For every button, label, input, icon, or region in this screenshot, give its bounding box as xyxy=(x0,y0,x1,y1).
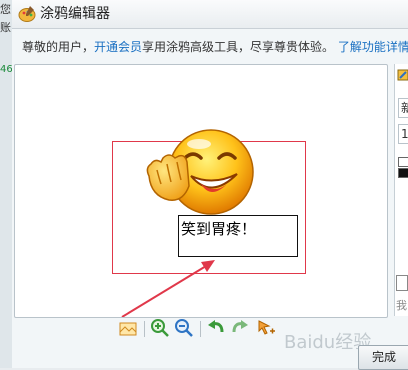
notice-middle: 享用涂鸦高级工具，尽享尊贵体验。 xyxy=(142,40,335,54)
style-checkbox[interactable] xyxy=(398,157,408,167)
font-size-select[interactable]: 1 xyxy=(398,124,408,144)
feature-details-link[interactable]: 了解功能详情 xyxy=(338,40,408,54)
strip-char-2: 账 xyxy=(0,21,11,34)
window-titlebar[interactable]: 涂鸦编辑器 xyxy=(12,0,408,29)
toolbar-separator xyxy=(200,321,201,337)
option-checkbox[interactable] xyxy=(396,275,408,291)
strip-char-1: 您 xyxy=(0,3,11,16)
color-swatch[interactable] xyxy=(398,168,408,178)
strip-char-3: 46 xyxy=(0,64,13,75)
toolbar-separator xyxy=(144,321,145,337)
window-title: 涂鸦编辑器 xyxy=(40,6,110,22)
drawing-canvas[interactable]: 笑到胃疼！ xyxy=(14,64,388,318)
zoom-out-icon[interactable] xyxy=(174,318,194,338)
font-select[interactable]: 新 xyxy=(398,98,408,118)
done-button[interactable]: 完成 xyxy=(358,345,408,370)
canvas-toolbar xyxy=(118,318,288,340)
open-vip-link[interactable]: 开通会员 xyxy=(94,40,142,54)
redo-icon[interactable] xyxy=(230,318,250,338)
paint-palette-icon xyxy=(18,5,36,23)
move-icon[interactable] xyxy=(256,318,276,338)
image-icon[interactable] xyxy=(118,318,138,338)
vip-notice: 尊敬的用户，开通会员享用涂鸦高级工具，尽享尊贵体验。 了解功能详情 xyxy=(22,39,408,55)
undo-icon[interactable] xyxy=(206,318,226,338)
notice-prefix: 尊敬的用户， xyxy=(22,40,95,54)
zoom-in-icon[interactable] xyxy=(150,318,170,338)
side-bottom-text: 我 xyxy=(396,299,407,312)
red-arrow-annotation xyxy=(121,260,215,317)
brush-tab-icon[interactable] xyxy=(397,68,408,82)
